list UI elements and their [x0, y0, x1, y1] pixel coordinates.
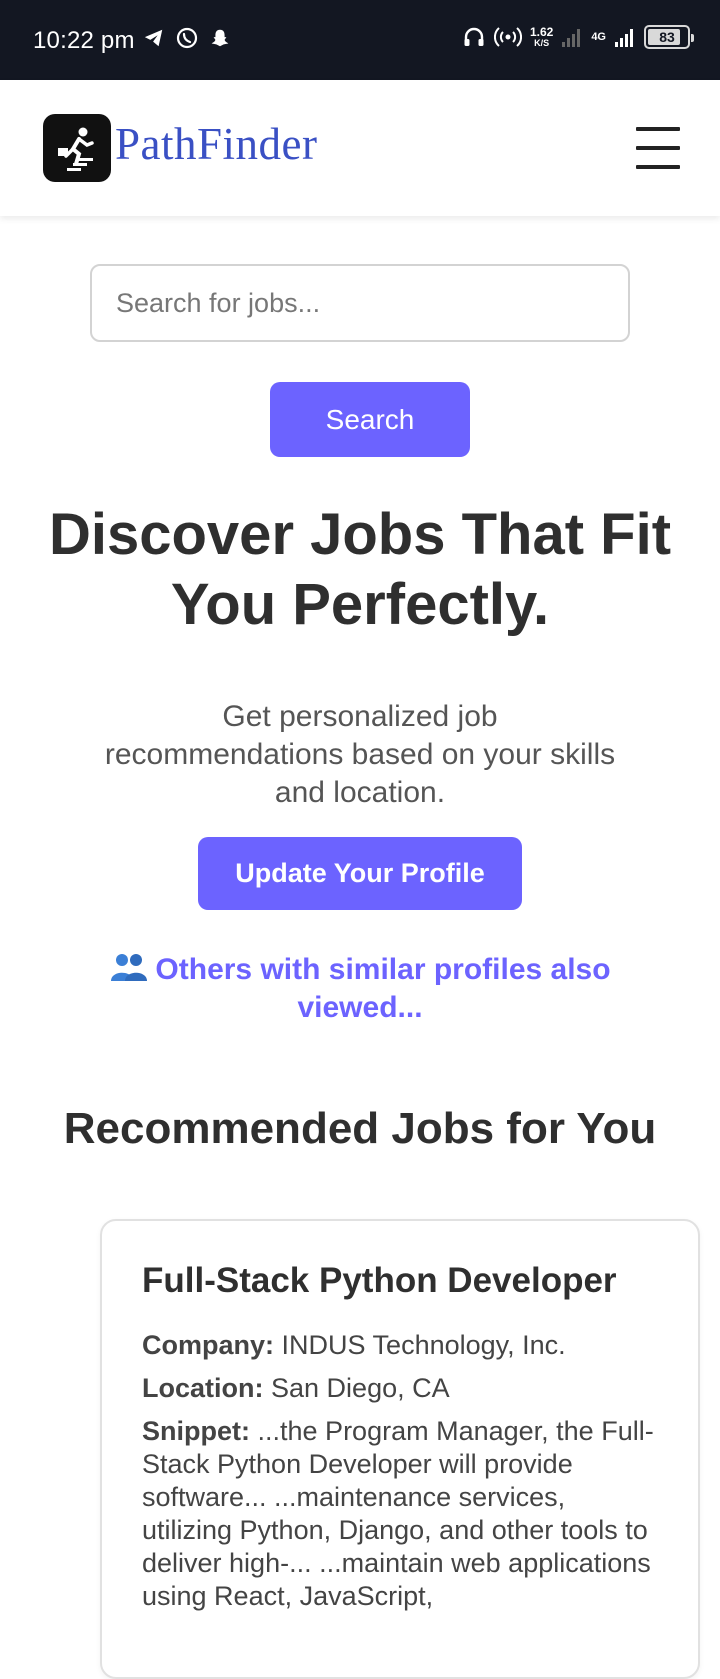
- company-value: INDUS Technology, Inc.: [281, 1330, 566, 1360]
- speed-value: 1.62: [529, 25, 554, 39]
- notification-icons: [143, 26, 231, 50]
- job-company: Company: INDUS Technology, Inc.: [142, 1329, 658, 1362]
- running-person-logo-icon: [58, 127, 94, 171]
- people-icon: [111, 954, 148, 981]
- snapchat-icon: [211, 29, 229, 47]
- company-label: Company:: [142, 1330, 275, 1360]
- signal-icon: [615, 29, 633, 47]
- hamburger-menu-icon[interactable]: [636, 127, 680, 169]
- job-location: Location: San Diego, CA: [142, 1372, 658, 1405]
- similar-profiles-link[interactable]: Others with similar profiles also viewed…: [90, 951, 630, 1027]
- brand-name[interactable]: PathFinder: [115, 118, 318, 170]
- status-time: 10:22 pm: [33, 27, 135, 54]
- similar-profiles-text: Others with similar profiles also viewed…: [155, 953, 611, 1024]
- recommended-section-title: Recommended Jobs for You: [63, 1104, 657, 1153]
- job-title[interactable]: Full-Stack Python Developer: [142, 1261, 658, 1301]
- location-label: Location:: [142, 1373, 264, 1403]
- headphones-icon: [464, 27, 484, 46]
- status-right: 1.62 K/S 4G 83: [462, 24, 694, 50]
- battery-level: 83: [659, 29, 675, 45]
- job-snippet: Snippet: ...the Program Manager, the Ful…: [142, 1415, 658, 1613]
- snippet-label: Snippet:: [142, 1416, 250, 1446]
- search-input[interactable]: [90, 264, 630, 342]
- battery-indicator: 83: [644, 25, 694, 49]
- hero-title: Discover Jobs That Fit You Perfectly.: [48, 502, 672, 637]
- speed-unit: K/S: [534, 38, 550, 48]
- telegram-icon: [144, 29, 163, 47]
- network-mode: 4G: [591, 30, 606, 43]
- logo[interactable]: [43, 114, 111, 182]
- network-speed: 1.62 K/S: [530, 26, 553, 48]
- status-bar: 10:22 pm 1.62 K/S 4G 83: [0, 0, 720, 80]
- signal-weak-icon: [562, 29, 581, 47]
- hero-subtitle: Get personalized job recommendations bas…: [104, 700, 616, 809]
- location-value: San Diego, CA: [271, 1373, 450, 1403]
- job-card[interactable]: Full-Stack Python Developer Company: IND…: [100, 1219, 700, 1679]
- update-profile-button[interactable]: Update Your Profile: [198, 837, 522, 910]
- search-button[interactable]: Search: [270, 382, 470, 457]
- hotspot-icon: [493, 27, 522, 47]
- navbar: PathFinder: [0, 80, 720, 216]
- whatsapp-icon: [176, 27, 198, 49]
